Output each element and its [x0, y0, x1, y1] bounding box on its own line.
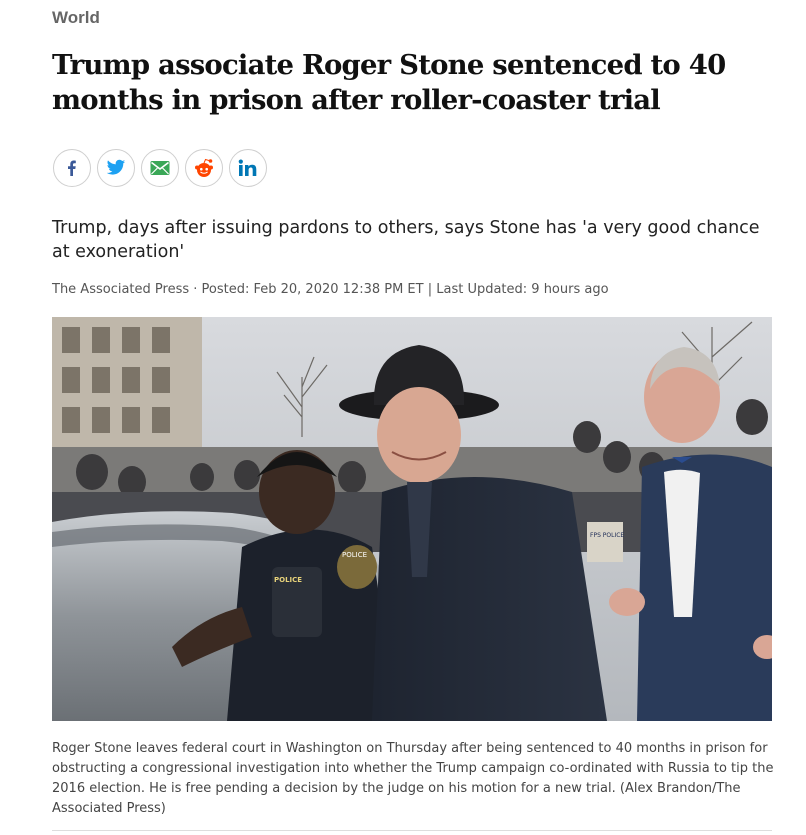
divider	[52, 830, 772, 831]
article-deck: Trump, days after issuing pardons to oth…	[52, 218, 760, 262]
share-email-button[interactable]	[141, 149, 179, 187]
section-link-world[interactable]: World	[52, 8, 100, 28]
article-byline: The Associated Press · Posted: Feb 20, 2…	[52, 282, 609, 297]
email-icon	[150, 160, 170, 176]
article-headline: Trump associate Roger Stone sentenced to…	[52, 49, 726, 116]
article-photo[interactable]: FPS POLICE POLICE POLICE	[52, 317, 772, 721]
police-patch-text: POLICE	[342, 551, 367, 559]
share-twitter-button[interactable]	[97, 149, 135, 187]
fps-sign-text: FPS POLICE	[590, 532, 624, 539]
twitter-icon	[106, 159, 126, 177]
facebook-icon	[63, 159, 81, 177]
share-bar	[53, 149, 267, 187]
share-linkedin-button[interactable]	[229, 149, 267, 187]
photo-caption: Roger Stone leaves federal court in Wash…	[52, 741, 774, 816]
vest-text: POLICE	[274, 576, 302, 584]
linkedin-icon	[238, 159, 258, 177]
share-facebook-button[interactable]	[53, 149, 91, 187]
news-photo-illustration: FPS POLICE POLICE POLICE	[52, 317, 772, 721]
share-reddit-button[interactable]	[185, 149, 223, 187]
reddit-icon	[193, 158, 215, 178]
